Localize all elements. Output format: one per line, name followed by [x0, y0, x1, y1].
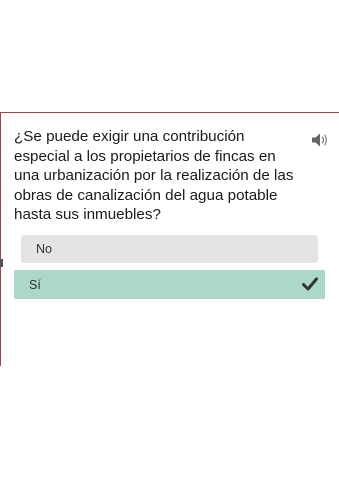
quiz-card: ¿Se puede exigir una contribución especi… [0, 113, 339, 366]
answer-label-si: Sí [29, 277, 41, 292]
speaker-icon[interactable] [311, 131, 331, 149]
page: ¿Se puede exigir una contribución especi… [0, 0, 339, 480]
answer-option-si[interactable]: Sí [14, 270, 325, 299]
checkmark-icon [302, 277, 318, 291]
answer-option-no[interactable]: No [21, 235, 318, 263]
question-text: ¿Se puede exigir una contribución especi… [14, 128, 294, 223]
answer-label-no: No [36, 242, 52, 256]
